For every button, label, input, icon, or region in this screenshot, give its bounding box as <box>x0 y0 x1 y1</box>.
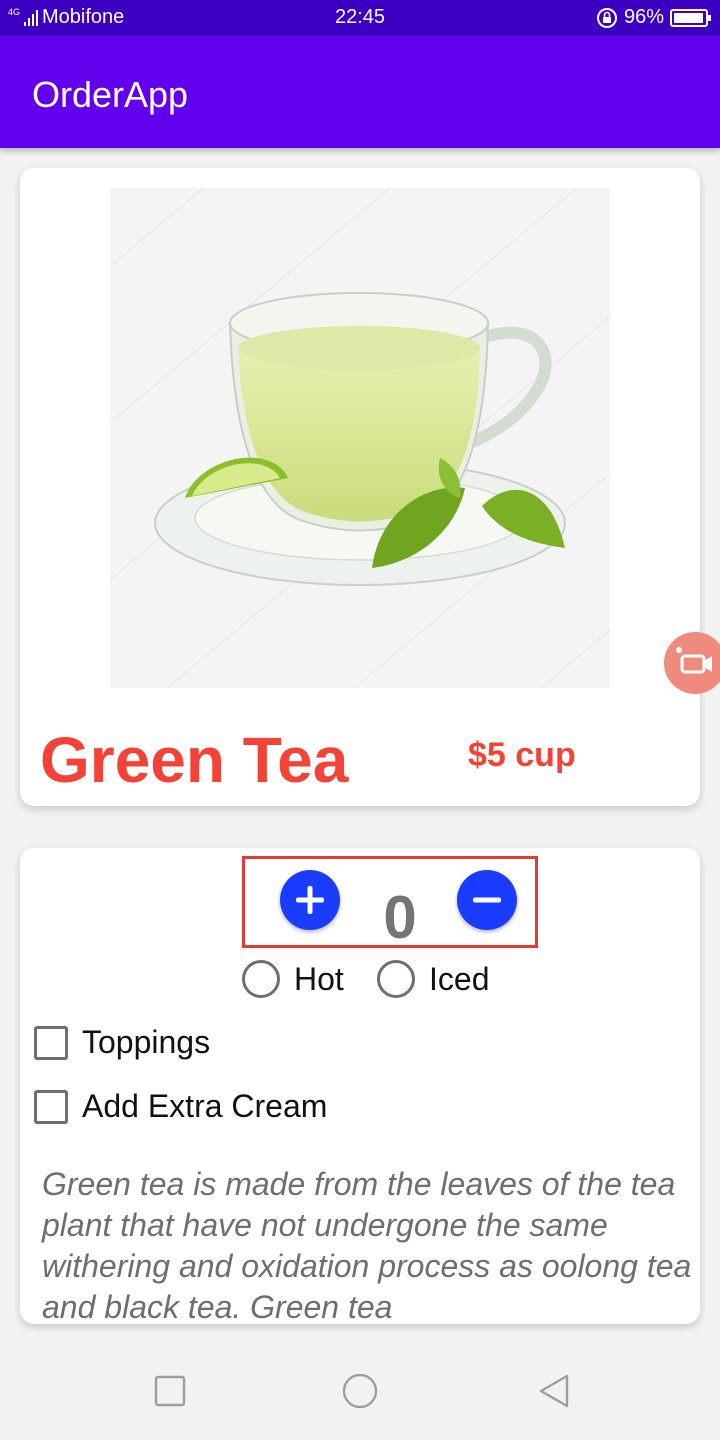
minus-icon <box>473 897 501 903</box>
quantity-stepper: 0 <box>242 856 538 951</box>
decrease-quantity-button[interactable] <box>457 870 517 930</box>
plus-icon <box>296 886 324 914</box>
circle-home-icon[interactable] <box>341 1372 379 1410</box>
status-right: 96% <box>596 6 711 29</box>
quantity-value: 0 <box>383 884 417 951</box>
radio-iced-circle[interactable] <box>377 960 415 998</box>
checkbox-toppings[interactable]: Toppings <box>34 1024 210 1061</box>
screen-record-icon <box>676 647 712 674</box>
rotation-lock-icon <box>596 7 617 28</box>
product-name: Green Tea <box>40 724 349 796</box>
product-card: Green Tea $5 cup <box>20 168 700 806</box>
product-price: $5 cup <box>468 736 576 774</box>
product-image <box>110 188 610 688</box>
options-card: 0 Hot Iced Toppings Add Extra Cream Gree… <box>20 848 700 1324</box>
triangle-back-icon[interactable] <box>536 1373 572 1409</box>
app-title: OrderApp <box>32 74 189 115</box>
checkbox-extra-cream-label: Add Extra Cream <box>82 1088 328 1124</box>
navigation-bar <box>0 1340 720 1440</box>
radio-iced[interactable]: Iced <box>377 960 489 998</box>
square-recents-icon[interactable] <box>152 1373 188 1409</box>
app-bar: OrderApp <box>0 36 720 148</box>
screen-record-button[interactable] <box>664 632 720 694</box>
checkbox-extra-cream[interactable]: Add Extra Cream <box>34 1088 327 1125</box>
checkbox-toppings-label: Toppings <box>82 1024 211 1060</box>
battery-percent: 96% <box>623 6 664 28</box>
radio-hot-circle[interactable] <box>242 960 280 998</box>
battery-fill <box>674 12 703 23</box>
checkbox-toppings-box[interactable] <box>34 1025 68 1060</box>
battery-icon <box>670 8 711 27</box>
status-bar: 4G Mobifone 22:45 96% <box>0 0 720 36</box>
radio-hot-label: Hot <box>294 960 344 997</box>
green-tea-cup-illustration <box>110 188 610 688</box>
radio-iced-label: Iced <box>429 960 490 997</box>
radio-hot[interactable]: Hot <box>242 960 344 998</box>
checkbox-extra-cream-box[interactable] <box>34 1089 68 1124</box>
product-description: Green tea is made from the leaves of the… <box>42 1166 692 1324</box>
increase-quantity-button[interactable] <box>280 870 340 930</box>
